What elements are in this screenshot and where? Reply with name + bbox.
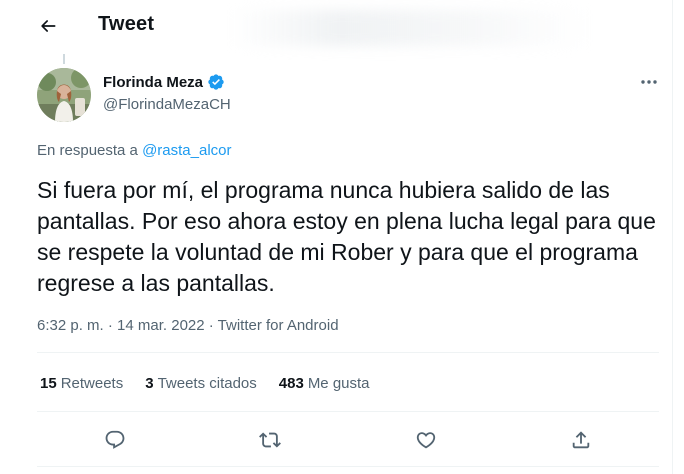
share-button[interactable]	[565, 424, 597, 456]
tweet-metadata[interactable]: 6:32 p. m. · 14 mar. 2022 · Twitter for …	[37, 317, 339, 334]
more-icon	[641, 80, 657, 84]
page-title: Tweet	[98, 13, 155, 35]
share-icon	[572, 431, 590, 449]
retweet-button[interactable]	[254, 424, 286, 456]
quotes-label: Tweets citados	[157, 375, 257, 392]
like-icon	[416, 432, 436, 449]
divider	[37, 411, 659, 412]
quotes-stat[interactable]: 3 Tweets citados	[145, 375, 257, 392]
retweet-icon	[259, 432, 281, 448]
back-arrow-icon	[41, 20, 56, 32]
reply-prefix: En respuesta a	[37, 142, 143, 159]
retweets-label: Retweets	[60, 375, 124, 392]
author-handle[interactable]: @FlorindaMezaCH	[103, 96, 231, 113]
likes-stat[interactable]: 483 Me gusta	[279, 375, 370, 392]
avatar[interactable]	[37, 68, 91, 122]
quotes-count: 3	[145, 375, 154, 392]
likes-label: Me gusta	[307, 375, 370, 392]
action-bar	[0, 424, 672, 456]
author-name-text: Florinda Meza	[103, 73, 204, 91]
retweets-count: 15	[40, 375, 57, 392]
reply-handle-link[interactable]: @rasta_alcor	[142, 142, 231, 159]
tweet-text: Si fuera por mí, el programa nunca hubie…	[37, 177, 656, 296]
author-name[interactable]: Florinda Meza	[103, 73, 225, 91]
like-button[interactable]	[410, 424, 442, 456]
likes-count: 483	[278, 375, 304, 392]
engagement-stats: 15 Retweets 3 Tweets citados 483 Me gusta	[40, 375, 392, 392]
header-blur	[230, 10, 590, 46]
retweets-stat[interactable]: 15 Retweets	[40, 375, 123, 392]
reply-icon	[105, 430, 125, 449]
reply-context: En respuesta a @rasta_alcor	[37, 142, 232, 159]
verified-badge-icon	[208, 74, 224, 90]
divider	[37, 352, 659, 353]
thread-connector	[63, 54, 65, 64]
back-button[interactable]	[34, 12, 62, 40]
more-options-button[interactable]	[636, 72, 662, 92]
divider	[37, 466, 659, 467]
header: Tweet	[0, 0, 672, 52]
tweet-detail-page: Tweet Florinda Meza @FlorindaMezaCH En r…	[0, 0, 673, 474]
reply-button[interactable]	[99, 424, 131, 456]
